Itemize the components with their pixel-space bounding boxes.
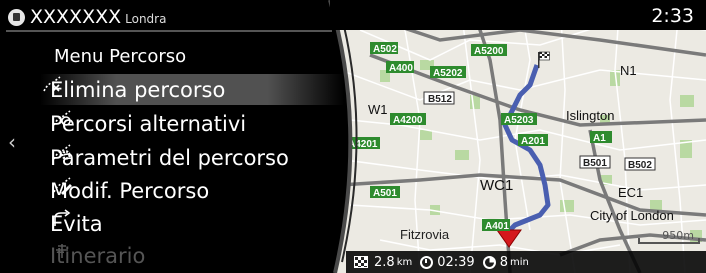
menu-item-label: Elimina percorso <box>50 77 226 102</box>
avoid-icon <box>54 209 71 226</box>
navigation-app-icon <box>8 9 25 26</box>
map-label: W1 <box>368 102 388 117</box>
road-sign: A401 <box>482 219 510 232</box>
duration-value: 8 <box>499 254 508 270</box>
road-sign: B502 <box>624 157 656 171</box>
svg-text:A400: A400 <box>389 63 413 74</box>
svg-text:A5200: A5200 <box>474 46 504 57</box>
map-label: City of London <box>590 208 674 223</box>
itinerary-icon <box>56 244 68 258</box>
trip-duration: 8 min <box>500 255 529 270</box>
menu-title: Menu Percorso <box>54 46 187 67</box>
road-sign: A502 <box>370 42 398 55</box>
menu-item-evita[interactable]: Evita <box>50 208 103 239</box>
road-sign: A501 <box>370 186 400 199</box>
map-scale: 950m <box>636 227 702 247</box>
map-label: WC1 <box>480 177 513 194</box>
svg-text:B502: B502 <box>628 160 652 171</box>
road-sign: B501 <box>579 155 611 169</box>
svg-text:A5203: A5203 <box>504 115 534 126</box>
svg-text:A1: A1 <box>593 133 606 144</box>
destination-flag-icon <box>354 256 368 268</box>
road-sign: A4201 <box>346 137 380 150</box>
arrival-clock-icon <box>420 255 434 269</box>
title-text: XXXXXXX <box>30 6 122 28</box>
map-label: Fitzrovia <box>400 227 450 242</box>
distance-unit: km <box>396 256 413 268</box>
svg-text:A4200: A4200 <box>393 115 423 126</box>
road-sign: A5200 <box>471 44 507 57</box>
back-chevron-icon[interactable]: ‹ <box>8 130 16 154</box>
road-sign: A1 <box>590 131 612 144</box>
menu-item-percorsi-alternativi[interactable]: Percorsi alternativi <box>50 108 246 139</box>
svg-text:B512: B512 <box>428 94 452 105</box>
road-sign: B512 <box>423 91 455 105</box>
route-edit-icon <box>53 177 72 195</box>
map-label: N1 <box>620 63 637 78</box>
svg-text:A502: A502 <box>373 44 397 55</box>
duration-unit: min <box>509 256 529 268</box>
arrival-time: 02:39 <box>437 255 474 270</box>
city-text: Londra <box>125 12 167 26</box>
road-sign: A5203 <box>501 113 537 126</box>
svg-text:A401: A401 <box>485 221 509 232</box>
svg-text:A5202: A5202 <box>433 68 463 79</box>
clock: 2:33 <box>651 5 694 27</box>
road-sign: A201 <box>518 134 548 147</box>
svg-text:B501: B501 <box>583 158 607 169</box>
route-settings-icon <box>53 144 71 160</box>
route-delete-icon <box>43 76 61 92</box>
status-title: XXXXXXX Londra <box>30 6 166 28</box>
map-label: Islington <box>566 108 614 123</box>
trip-info-bar: 2.8 km 02:39 8 min <box>346 251 706 273</box>
road-sign: A400 <box>386 61 414 74</box>
svg-text:A501: A501 <box>373 188 397 199</box>
svg-text:A201: A201 <box>521 136 545 147</box>
trip-distance: 2.8 km <box>374 255 412 270</box>
menu-item-itinerario[interactable]: Itinerario <box>50 240 145 271</box>
svg-text:A4201: A4201 <box>348 139 378 150</box>
map-label: EC1 <box>618 185 643 200</box>
menu-item-label: Percorsi alternativi <box>50 111 247 136</box>
distance-value: 2.8 <box>374 254 395 270</box>
menu-item-parametri-del-percorso[interactable]: Parametri del percorso <box>50 142 289 173</box>
road-sign: A5202 <box>430 66 466 79</box>
menu-item-label: Parametri del percorso <box>50 145 289 170</box>
menu-item-modif-percorso[interactable]: Modif. Percorso <box>50 175 209 206</box>
route-alternatives-icon <box>53 110 71 126</box>
road-sign: A4200 <box>390 113 426 126</box>
duration-timer-icon <box>482 255 496 269</box>
arrival-time-value: 02:39 <box>437 254 475 270</box>
menu-item-elimina-percorso[interactable]: Elimina percorso <box>40 74 344 105</box>
